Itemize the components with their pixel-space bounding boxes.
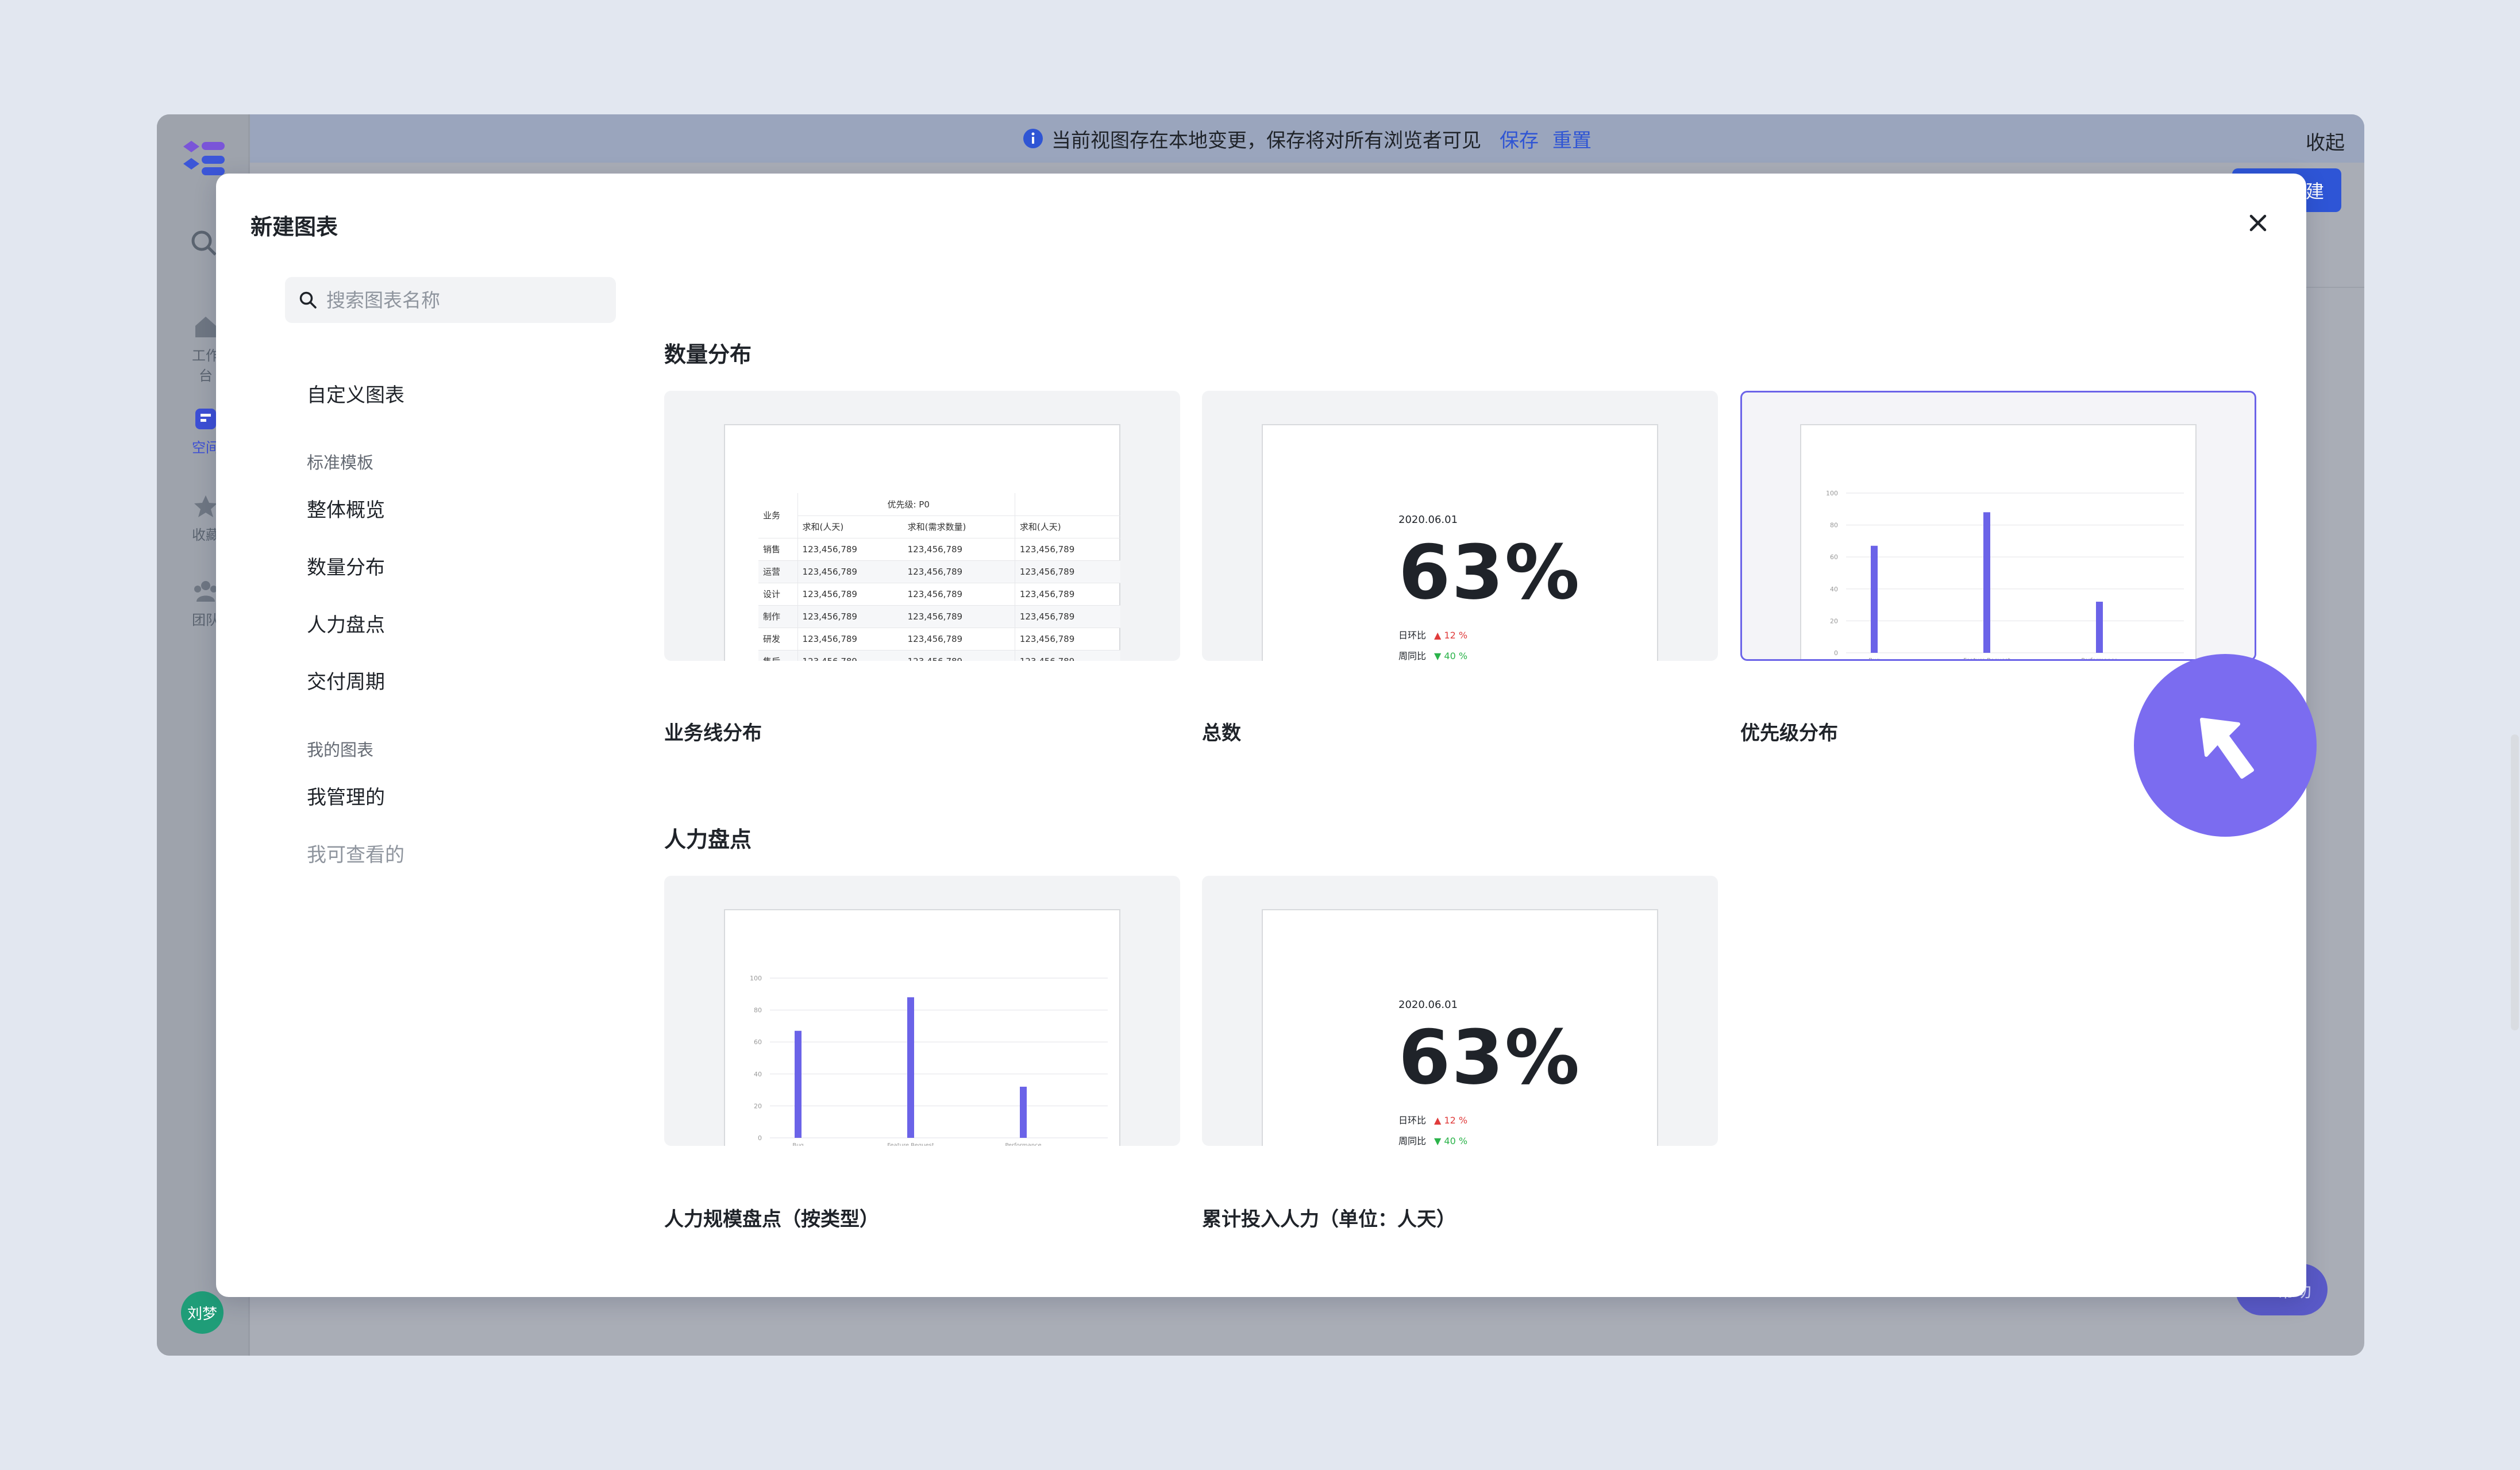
y-tick-label: 100 xyxy=(750,975,762,982)
thumbnail-table: 业务 优先级: P0 求和(人天) 求和(需求数量) 求和(人天) 销售 123,… xyxy=(758,493,1120,661)
table-row: 售后123,456,789123,456,789123,456,789 xyxy=(758,650,1120,661)
table-row: 销售 123,456,789 123,456,789 123,456,789 xyxy=(758,538,1120,561)
nav-item-delivery-cycle[interactable]: 交付周期 xyxy=(307,666,385,694)
x-tick-label: Feature Request xyxy=(1963,657,2010,661)
avatar[interactable]: 刘梦 xyxy=(181,1291,224,1334)
y-tick-label: 20 xyxy=(754,1102,762,1110)
table-row: 运营 123,456,789 123,456,789 123,456,789 xyxy=(758,560,1120,583)
nav-item-manpower-inventory[interactable]: 人力盘点 xyxy=(307,609,385,637)
template-card-cumulative-manpower[interactable]: 2020.06.01 63% 日环比 ▲ 12 % 周同比 ▼ 40 % xyxy=(1202,876,1718,1146)
kpi-thumbnail: 2020.06.01 63% 日环比 ▲ 12 % 周同比 ▼ 40 % xyxy=(1262,424,1658,661)
new-chart-dialog: 新建图表 自定义图表 标准模板 整体概览 数量分布 人力盘点 交付周期 我的图表… xyxy=(216,174,2519,1297)
nav-group-my-charts: 我的图表 xyxy=(307,740,374,760)
nav-item-overview[interactable]: 整体概览 xyxy=(307,494,385,522)
team-icon xyxy=(194,581,217,602)
card-label-manpower-by-type: 人力规模盘点（按类型） xyxy=(664,1208,879,1231)
nav-item-quantity-distribution[interactable]: 数量分布 xyxy=(307,552,385,580)
template-card-business-line[interactable]: 业务 优先级: P0 求和(人天) 求和(需求数量) 求和(人天) 销售 123,… xyxy=(664,391,1180,661)
nav-item-custom-chart[interactable]: 自定义图表 xyxy=(307,379,404,407)
y-tick-label: 20 xyxy=(1830,617,1838,625)
chart-search xyxy=(285,277,616,323)
kpi-date: 2020.06.01 xyxy=(1398,999,1458,1011)
kpi-week-over-week: 周同比 ▼ 40 % xyxy=(1398,1136,1468,1146)
bar xyxy=(1983,512,1990,653)
table-header: 业务 xyxy=(758,493,798,538)
table-header: 求和(人天) xyxy=(1014,515,1120,538)
x-tick-label: Performance xyxy=(1005,1142,1041,1146)
y-tick-label: 60 xyxy=(754,1038,762,1046)
dialog-title: 新建图表 xyxy=(251,214,338,240)
nav-item-managed-by-me[interactable]: 我管理的 xyxy=(307,782,385,810)
section-title-manpower-inventory: 人力盘点 xyxy=(664,827,752,852)
bar xyxy=(795,1030,802,1138)
kpi-day-over-day: 日环比 ▲ 12 % xyxy=(1398,1115,1468,1126)
table-thumbnail: 业务 优先级: P0 求和(人天) 求和(需求数量) 求和(人天) 销售 123,… xyxy=(724,424,1120,661)
cursor-highlight xyxy=(2134,654,2317,837)
kpi-value: 63% xyxy=(1398,1014,1581,1101)
save-link[interactable]: 保存 xyxy=(1500,125,1539,153)
x-tick-label: Bug xyxy=(792,1142,804,1146)
notice-message: 当前视图存在本地变更，保存将对所有浏览者可见 xyxy=(1051,129,1481,152)
template-card-priority-distribution[interactable]: 0 20 40 60 80 100 Bug Feature Request Performanc… xyxy=(1740,391,2256,661)
local-change-notice: 当前视图存在本地变更，保存将对所有浏览者可见 保存 重置 收起 xyxy=(250,114,2364,163)
bar xyxy=(907,997,914,1138)
table-row: 设计 123,456,789 123,456,789 123,456,789 xyxy=(758,583,1120,606)
search-icon[interactable] xyxy=(190,229,219,260)
kpi-day-over-day: 日环比 ▲ 12 % xyxy=(1398,630,1468,641)
kpi-thumbnail: 2020.06.01 63% 日环比 ▲ 12 % 周同比 ▼ 40 % xyxy=(1262,909,1658,1146)
kpi-week-over-week: 周同比 ▼ 40 % xyxy=(1398,651,1468,661)
x-tick-label: Bug xyxy=(1868,657,1880,661)
section-title-quantity-distribution: 数量分布 xyxy=(664,342,752,367)
card-label-priority-distribution: 优先级分布 xyxy=(1740,722,1838,745)
card-label-total: 总数 xyxy=(1202,722,1241,745)
bar-chart-thumbnail: 0 20 40 60 80 100 Bug Feature Request Performanc… xyxy=(724,909,1120,1146)
search-icon xyxy=(299,291,317,309)
y-tick-label: 40 xyxy=(754,1071,762,1078)
info-icon xyxy=(1023,129,1043,148)
nav-item-viewable-by-me[interactable]: 我可查看的 xyxy=(307,839,404,867)
nav-group-standard-templates: 标准模板 xyxy=(307,453,374,472)
y-tick-label: 0 xyxy=(758,1134,762,1142)
kpi-date: 2020.06.01 xyxy=(1398,514,1458,526)
table-header: 求和(需求数量) xyxy=(903,515,1015,538)
y-tick-label: 100 xyxy=(1826,490,1838,497)
table-row: 制作 123,456,789 123,456,789 123,456,789 xyxy=(758,605,1120,628)
x-tick-label: Performance xyxy=(2081,657,2117,661)
app-logo-icon xyxy=(179,138,228,181)
y-tick-label: 80 xyxy=(1830,522,1838,529)
template-card-total[interactable]: 2020.06.01 63% 日环比 ▲ 12 % 周同比 ▼ 40 % xyxy=(1202,391,1718,661)
y-tick-label: 80 xyxy=(754,1007,762,1014)
y-tick-label: 40 xyxy=(1830,586,1838,593)
close-icon xyxy=(2249,214,2267,232)
star-icon xyxy=(194,495,217,517)
scrollbar-thumb[interactable] xyxy=(2511,734,2519,1030)
table-header: 求和(人天) xyxy=(797,515,903,538)
space-icon xyxy=(195,409,216,429)
card-label-cumulative-manpower: 累计投入人力（单位：人天） xyxy=(1202,1208,1456,1231)
bar xyxy=(1871,545,1878,653)
collapse-button[interactable]: 收起 xyxy=(2306,127,2345,155)
table-row: 研发 123,456,789 123,456,789 123,456,789 xyxy=(758,628,1120,651)
template-card-manpower-by-type[interactable]: 0 20 40 60 80 100 Bug Feature Request Performanc… xyxy=(664,876,1180,1146)
kpi-value: 63% xyxy=(1398,529,1581,616)
y-tick-label: 0 xyxy=(1834,649,1838,657)
home-icon xyxy=(195,317,216,337)
bar-chart-thumbnail: 0 20 40 60 80 100 Bug Feature Request Performanc… xyxy=(1800,424,2197,661)
table-header: 优先级: P0 xyxy=(797,493,1015,516)
bar-chart: 0 20 40 60 80 100 Bug Feature Request Performanc… xyxy=(750,975,1108,1146)
close-button[interactable] xyxy=(2244,209,2272,237)
reset-link[interactable]: 重置 xyxy=(1552,125,1592,153)
cursor-arrow-icon xyxy=(2200,718,2254,779)
bar xyxy=(1020,1087,1027,1138)
card-label-business-line: 业务线分布 xyxy=(664,722,762,745)
x-tick-label: Feature Request xyxy=(887,1142,934,1146)
bar xyxy=(2096,602,2103,653)
chart-search-input[interactable] xyxy=(326,288,602,311)
bar-chart: 0 20 40 60 80 100 Bug Feature Request Performanc… xyxy=(1826,490,2184,661)
y-tick-label: 60 xyxy=(1830,553,1838,561)
